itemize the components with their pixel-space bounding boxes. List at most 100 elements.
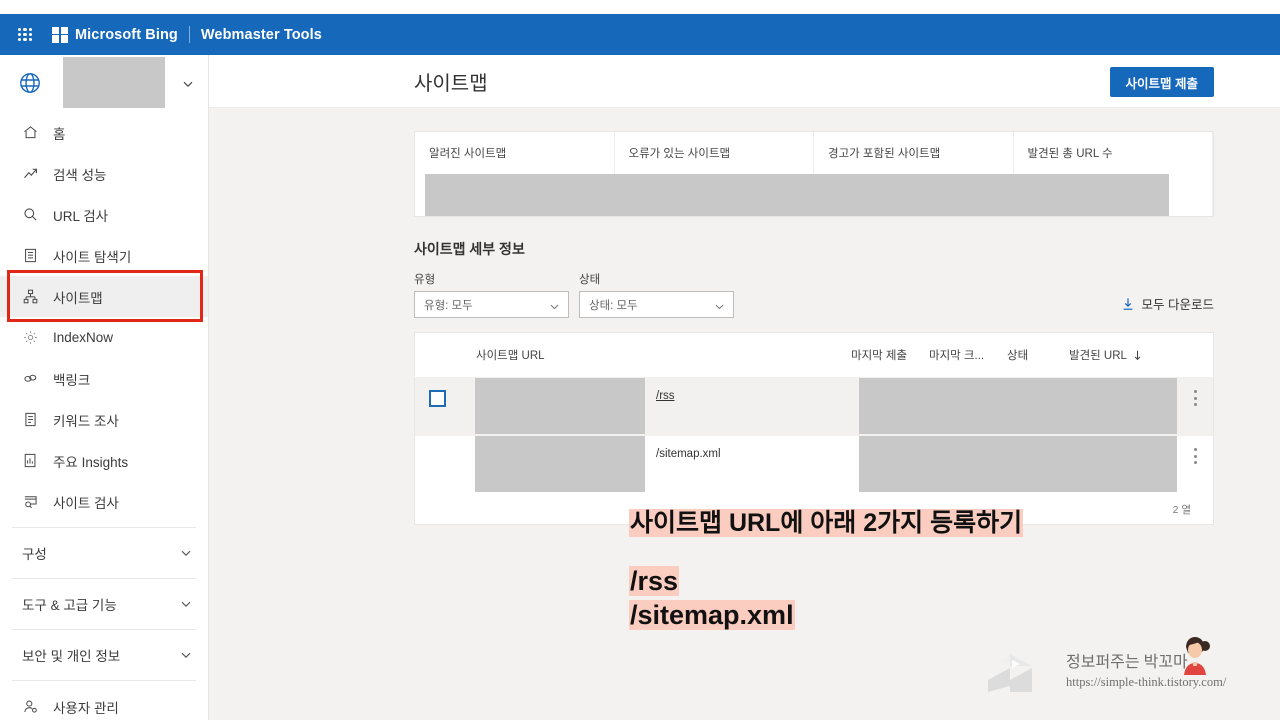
user-settings-icon bbox=[22, 698, 39, 715]
summary-label: 발견된 총 URL 수 bbox=[1027, 148, 1113, 160]
annotation-title-text: 사이트맵 URL에 아래 2가지 등록하기 bbox=[629, 509, 1024, 537]
filter-type-select[interactable]: 유형: 모두 bbox=[414, 291, 569, 318]
table-header-last-size[interactable]: 마지막 크... bbox=[929, 347, 1007, 363]
table-header-last-submitted[interactable]: 마지막 제출 bbox=[851, 347, 929, 363]
sidebar-item-keyword-research[interactable]: 키워드 조사 bbox=[0, 399, 208, 440]
sidebar-item-site-scan[interactable]: 사이트 검사 bbox=[0, 481, 208, 522]
download-all-button[interactable]: 모두 다운로드 bbox=[1121, 294, 1214, 313]
annotation-line-1-text: /rss bbox=[629, 566, 680, 596]
chevron-down-icon[interactable] bbox=[180, 547, 192, 559]
sitemap-icon bbox=[22, 288, 39, 305]
table-row[interactable]: /sitemap.xml bbox=[415, 436, 1213, 494]
sidebar-item-label: URL 검사 bbox=[53, 208, 109, 224]
sidebar-item-site-explorer[interactable]: 사이트 탐색기 bbox=[0, 235, 208, 276]
filter-status-select[interactable]: 상태: 모두 bbox=[579, 291, 734, 318]
product-name[interactable]: Webmaster Tools bbox=[201, 27, 322, 43]
summary-label: 오류가 있는 사이트맵 bbox=[628, 148, 731, 160]
filter-status-label: 상태 bbox=[579, 274, 601, 286]
site-selector[interactable] bbox=[0, 55, 208, 110]
top-app-bar: Microsoft Bing Webmaster Tools bbox=[0, 14, 1280, 55]
summary-label: 경고가 포함된 사이트맵 bbox=[828, 148, 941, 160]
sidebar-item-user-management[interactable]: 사용자 관리 bbox=[0, 686, 208, 720]
table-row[interactable]: /rss bbox=[415, 378, 1213, 436]
annotation-line-1: /rss bbox=[629, 566, 680, 597]
sidebar-item-url-inspection[interactable]: URL 검사 bbox=[0, 194, 208, 235]
sidebar-item-search-performance[interactable]: 검색 성능 bbox=[0, 153, 208, 194]
more-vertical-icon[interactable] bbox=[1188, 448, 1202, 464]
row-url-path[interactable]: /rss bbox=[656, 390, 851, 402]
chevron-down-icon[interactable] bbox=[180, 598, 192, 610]
brand-divider bbox=[188, 26, 190, 43]
sidebar-item-label: 키워드 조사 bbox=[53, 413, 119, 429]
redacted-domain bbox=[475, 378, 645, 434]
filter-type-label: 유형 bbox=[414, 274, 436, 286]
redacted-domain bbox=[475, 436, 645, 492]
row-metrics-cell bbox=[851, 378, 1177, 436]
row-actions-cell bbox=[1177, 436, 1213, 494]
sidebar-item-sitemaps[interactable]: 사이트맵 bbox=[0, 276, 208, 317]
row-checkbox[interactable] bbox=[429, 390, 446, 407]
filter-status: 상태 상태: 모두 bbox=[579, 271, 734, 318]
sitemaps-table: 사이트맵 URL 마지막 제출 마지막 크... 상태 발견된 URL /rss… bbox=[414, 332, 1214, 525]
home-icon bbox=[22, 124, 39, 141]
sidebar-item-label: 사이트 탐색기 bbox=[53, 249, 132, 265]
sidebar-group-tools-advanced[interactable]: 도구 & 고급 기능 bbox=[0, 584, 208, 624]
sidebar-group-security-privacy[interactable]: 보안 및 개인 정보 bbox=[0, 635, 208, 675]
site-scan-icon bbox=[22, 493, 39, 510]
sidebar-item-backlinks[interactable]: 백링크 bbox=[0, 358, 208, 399]
table-header-status[interactable]: 상태 bbox=[1007, 347, 1069, 363]
page-header: 사이트맵 사이트맵 제출 bbox=[209, 55, 1280, 108]
sidebar-group-configuration[interactable]: 구성 bbox=[0, 533, 208, 573]
redacted-site-name bbox=[63, 57, 165, 108]
list-document-icon bbox=[22, 247, 39, 264]
app-launcher-icon[interactable] bbox=[18, 27, 32, 42]
sidebar-item-indexnow[interactable]: IndexNow bbox=[0, 317, 208, 358]
table-header-found-urls[interactable]: 발견된 URL bbox=[1069, 347, 1177, 363]
sidebar-item-home[interactable]: 홈 bbox=[0, 112, 208, 153]
sitemap-summary-card: 알려진 사이트맵 오류가 있는 사이트맵 경고가 포함된 사이트맵 발견된 총 … bbox=[414, 131, 1214, 217]
sidebar-divider bbox=[12, 680, 196, 681]
download-icon bbox=[1121, 297, 1135, 311]
sidebar-item-label: 사용자 관리 bbox=[53, 700, 119, 716]
row-url-path[interactable]: /sitemap.xml bbox=[656, 448, 851, 460]
sidebar-item-label: IndexNow bbox=[53, 330, 114, 345]
row-checkbox-cell bbox=[429, 378, 465, 436]
sidebar-divider bbox=[12, 629, 196, 630]
row-checkbox-cell bbox=[429, 436, 465, 494]
row-count-label: 2 열 bbox=[1172, 503, 1191, 516]
redacted-summary-values bbox=[425, 174, 1169, 216]
sidebar: 홈 검색 성능 URL 검사 사이트 탐색기 사이트맵 IndexNow 백링크… bbox=[0, 55, 209, 720]
document-icon bbox=[22, 411, 39, 428]
microsoft-logo-icon bbox=[52, 26, 68, 43]
link-icon bbox=[22, 370, 39, 387]
table-header-url[interactable]: 사이트맵 URL bbox=[465, 347, 851, 363]
more-vertical-icon[interactable] bbox=[1188, 390, 1202, 406]
chevron-down-icon[interactable] bbox=[180, 649, 192, 661]
filter-row: 유형 유형: 모두 상태 상태: 모두 모두 다운로드 bbox=[414, 271, 1214, 318]
filter-status-value: 상태: 모두 bbox=[589, 299, 638, 312]
sidebar-group-label: 도구 & 고급 기능 bbox=[22, 598, 117, 613]
sidebar-item-label: 홈 bbox=[53, 126, 66, 142]
sidebar-item-label: 주요 Insights bbox=[53, 454, 129, 470]
chevron-down-icon bbox=[549, 299, 560, 310]
gear-icon bbox=[22, 329, 39, 346]
row-actions-cell bbox=[1177, 378, 1213, 436]
watermark-url: https://simple-think.tistory.com/ bbox=[1066, 675, 1227, 689]
row-metrics-cell bbox=[851, 436, 1177, 494]
sidebar-item-label: 백링크 bbox=[53, 372, 91, 388]
submit-sitemap-button[interactable]: 사이트맵 제출 bbox=[1109, 67, 1214, 97]
table-header-found-urls-label: 발견된 URL bbox=[1069, 350, 1127, 362]
search-icon bbox=[22, 206, 39, 223]
filter-type: 유형 유형: 모두 bbox=[414, 271, 569, 318]
brand-name[interactable]: Microsoft Bing bbox=[75, 27, 178, 43]
download-all-label: 모두 다운로드 bbox=[1141, 298, 1214, 312]
watermark: 정보퍼주는 박꼬마 https://simple-think.tistory.c… bbox=[978, 633, 1278, 705]
row-url-cell: /rss bbox=[465, 378, 851, 436]
sidebar-item-label: 사이트맵 bbox=[53, 290, 103, 306]
sidebar-item-top-insights[interactable]: 주요 Insights bbox=[0, 440, 208, 481]
chevron-down-icon[interactable] bbox=[182, 77, 194, 89]
trending-up-icon bbox=[22, 165, 39, 182]
annotation-line-2: /sitemap.xml bbox=[629, 600, 795, 631]
arrow-logo-icon bbox=[978, 640, 1062, 698]
sidebar-nav: 홈 검색 성능 URL 검사 사이트 탐색기 사이트맵 IndexNow 백링크… bbox=[0, 110, 208, 720]
